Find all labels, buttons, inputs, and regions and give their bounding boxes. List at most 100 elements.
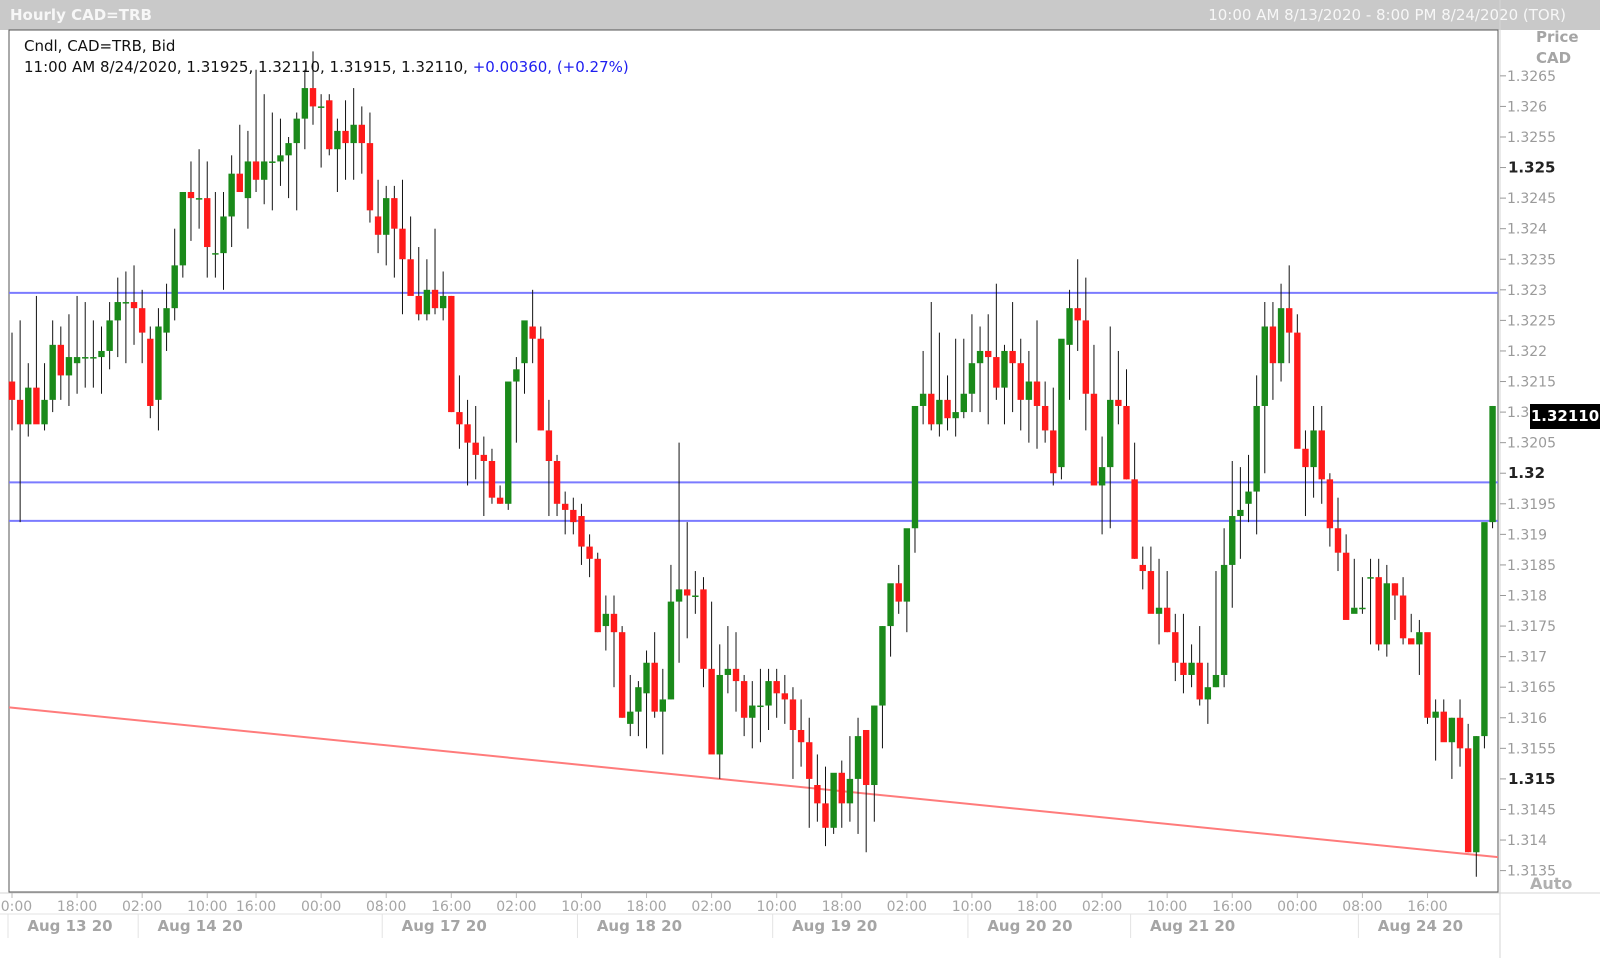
candle-body xyxy=(1147,571,1155,614)
candle-body xyxy=(1383,583,1391,645)
candle-body xyxy=(1196,662,1203,700)
candle-body xyxy=(236,173,243,193)
candle-body xyxy=(854,736,862,779)
x-tick-label: 02:00 xyxy=(122,899,162,915)
candle-body xyxy=(618,632,626,718)
candle-body xyxy=(1115,399,1122,406)
candle-body xyxy=(1050,430,1057,474)
candle-body xyxy=(350,124,357,144)
candle-body xyxy=(1188,662,1195,675)
y-tick-label: 1.316 xyxy=(1507,711,1547,727)
candle-body xyxy=(496,497,504,504)
chart-window: Hourly CAD=TRB 10:00 AM 8/13/2020 - 8:00… xyxy=(0,0,1600,958)
candle-body xyxy=(1253,405,1260,492)
candle-body xyxy=(561,503,569,510)
candle-body xyxy=(667,601,675,700)
date-label: Aug 19 20 xyxy=(792,917,877,935)
candle-body xyxy=(1229,516,1236,565)
candle-body xyxy=(1212,674,1220,688)
candle-body xyxy=(1163,607,1171,633)
candle-body xyxy=(1424,632,1431,718)
candle-body xyxy=(285,143,292,156)
candle xyxy=(179,192,187,278)
candle-body xyxy=(1131,479,1138,559)
candle-body xyxy=(749,705,756,718)
candle-body xyxy=(155,326,162,400)
date-label: Aug 13 20 xyxy=(27,917,112,935)
last-price-badge: 1.32110 xyxy=(1530,404,1600,429)
x-tick-label: 10:00 xyxy=(757,899,797,915)
candle-body xyxy=(1277,308,1285,364)
candle-body xyxy=(570,509,577,523)
candle-body xyxy=(1172,632,1179,663)
candle-body xyxy=(326,100,333,150)
candle-body xyxy=(1245,491,1252,504)
candle-body xyxy=(740,681,748,718)
date-label: Aug 17 20 xyxy=(402,917,487,935)
date-label: Aug 21 20 xyxy=(1150,917,1235,935)
candle-body xyxy=(781,693,789,700)
candle-body xyxy=(1204,687,1212,700)
candle-body xyxy=(16,399,24,425)
plot-area xyxy=(8,29,1499,893)
y-tick-label: 1.3155 xyxy=(1507,741,1556,757)
candle-body xyxy=(277,155,284,162)
candle-body xyxy=(1220,564,1228,675)
x-tick-label: 16:00 xyxy=(431,899,471,915)
candle-body xyxy=(366,143,374,211)
candle-body xyxy=(269,161,276,163)
x-tick-label: 16:00 xyxy=(1407,899,1447,915)
y-tick-label: 1.314 xyxy=(1507,833,1547,849)
x-tick-label: 18:00 xyxy=(57,899,97,915)
candle xyxy=(147,326,154,419)
y-tick-label: 1.317 xyxy=(1507,650,1547,666)
x-tick-label: 10:00 xyxy=(952,899,992,915)
candle-body xyxy=(895,583,902,602)
x-tick-label: 08:00 xyxy=(366,899,406,915)
date-label: Aug 14 20 xyxy=(158,917,243,935)
candle-body xyxy=(1025,381,1033,400)
x-tick-label: 10:00 xyxy=(187,899,227,915)
date-label: Aug 18 20 xyxy=(597,917,682,935)
candle-body xyxy=(423,289,431,315)
candle-body xyxy=(505,381,512,504)
candle-body xyxy=(138,308,146,333)
price-change: +0.00360, (+0.27%) xyxy=(472,58,629,76)
candle-body xyxy=(106,320,113,351)
y-tick-label: 1.32 xyxy=(1508,464,1545,482)
candle-body xyxy=(82,357,89,359)
candle-body xyxy=(635,687,642,712)
y-tick-label: 1.3235 xyxy=(1507,252,1556,268)
candle-body xyxy=(1456,717,1464,749)
candle-body xyxy=(171,265,178,309)
axis-title-currency: CAD xyxy=(1536,49,1572,67)
candle-body xyxy=(1375,577,1382,645)
candle-body xyxy=(431,289,439,309)
x-tick-label: 02:00 xyxy=(496,899,536,915)
candle-body xyxy=(163,308,170,333)
candle-body xyxy=(1139,564,1146,572)
candle-body xyxy=(391,198,398,229)
candle xyxy=(830,772,837,834)
candle xyxy=(326,94,333,156)
candle-body xyxy=(1310,430,1317,468)
x-tick-label: 08:00 xyxy=(1342,899,1382,915)
x-tick-label: 00:00 xyxy=(301,899,341,915)
candle-body xyxy=(968,363,976,394)
candle-body xyxy=(49,344,56,400)
y-tick-label: 1.3145 xyxy=(1507,802,1556,818)
candle-body xyxy=(1302,448,1309,468)
ohlc-values: 11:00 AM 8/24/2020, 1.31925, 1.32110, 1.… xyxy=(24,58,468,76)
candle-body xyxy=(383,198,390,235)
candle-body xyxy=(130,302,138,309)
candle-body xyxy=(806,742,813,779)
candle-body xyxy=(1033,381,1041,406)
y-tick-label: 1.3165 xyxy=(1507,680,1556,696)
x-tick-label: 10:00 xyxy=(561,899,601,915)
candle-body xyxy=(960,393,967,413)
candle-body xyxy=(464,424,471,443)
x-tick-label: 18:00 xyxy=(626,899,666,915)
price-chart[interactable]: 1.31351.3141.31451.3151.31551.3161.31651… xyxy=(0,0,1600,958)
auto-scale-button[interactable]: Auto xyxy=(1530,874,1580,898)
x-tick-label: 10:00 xyxy=(1147,899,1187,915)
